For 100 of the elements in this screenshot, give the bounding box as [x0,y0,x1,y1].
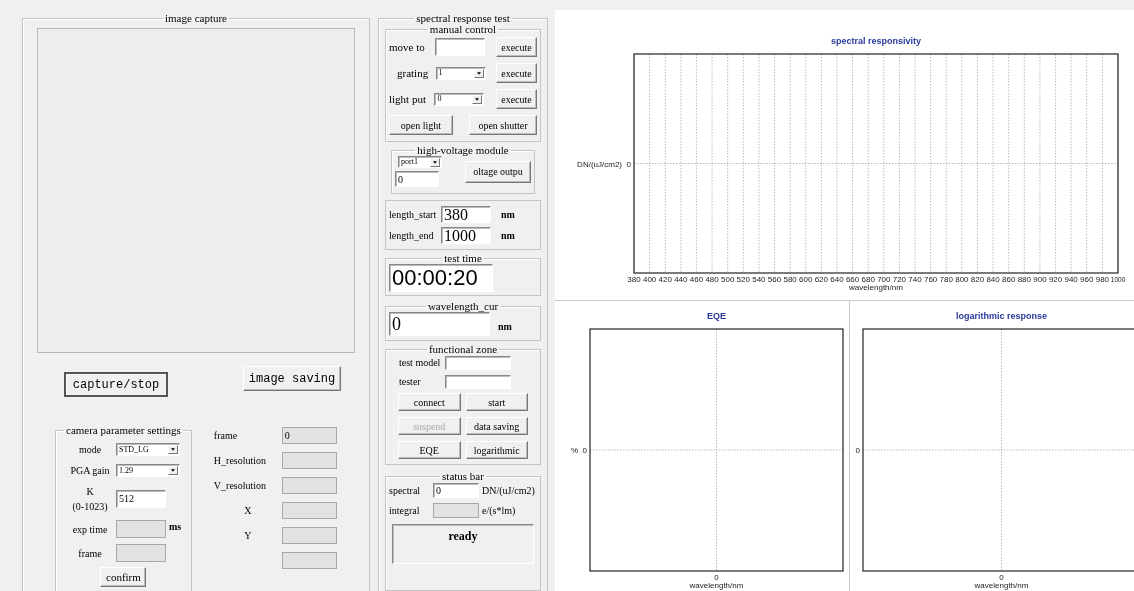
field-label: H_resolution [213,454,267,468]
action-button[interactable]: execute [496,89,537,109]
field-label: integral [389,504,421,518]
input-field[interactable] [445,374,511,389]
tick-label: 720 [892,275,907,284]
field-label: nm [498,320,512,334]
input-field[interactable]: 512 [116,490,166,508]
tick-label: 700 [877,275,891,284]
action-button[interactable]: capture/stop [64,372,168,397]
input-field[interactable]: 0 [281,427,337,444]
tick-label: 620 [814,275,829,284]
input-field[interactable] [116,520,166,538]
tick-label: 640 [830,275,844,284]
tick-label: 0 [582,446,587,455]
action-button[interactable]: image saving [243,366,341,391]
tick-label: 560 [767,275,782,284]
field-label: tester [398,375,422,389]
input-field[interactable] [281,452,337,469]
input-field[interactable] [281,527,337,544]
field-label: nm [501,229,515,243]
tick-label: 520 [736,275,750,284]
tick-label: 920 [1048,275,1063,284]
action-button[interactable]: open light [389,115,453,135]
tick-label: 960 [1080,275,1094,284]
action-button[interactable]: execute [496,63,537,83]
field-label: PGA gain [70,464,110,478]
action-button[interactable]: logarithmic [465,441,528,459]
group-title: manual control [429,24,498,35]
axis-label: % [570,446,578,455]
input-field[interactable] [445,355,511,370]
axis-label: wavelength/nm [849,283,903,292]
dropdown[interactable]: 1.29 [116,464,180,477]
action-button[interactable]: confirm [100,567,147,587]
tick-label: 900 [1033,275,1047,284]
field-label: move to [389,39,425,55]
chart-title: logarithmic response [956,311,1047,321]
caret-icon [430,157,440,167]
action-button[interactable]: data saving [465,417,528,435]
action-button[interactable]: start [465,393,528,411]
tick-label: 940 [1064,275,1078,284]
input-field[interactable]: 0 [395,171,439,187]
field-label: frame [213,429,238,443]
field-label: e/(s*lm) [482,504,516,518]
input-field[interactable] [435,38,486,56]
caret-icon [472,94,483,104]
input-field[interactable] [281,477,337,494]
action-button[interactable]: connect [398,393,461,411]
tick-label: 860 [1002,275,1016,284]
caret-icon [473,68,484,78]
action-button[interactable]: execute [496,37,537,57]
field-label: DN/(uJ/cm2) [482,484,535,498]
tick-label: 400 [642,275,657,284]
tick-label: 0 [626,159,631,169]
group-title: functional zone [427,344,499,355]
field-label: V_resolution [213,479,267,493]
group-title: status bar [441,471,485,482]
input-field[interactable] [116,544,166,562]
input-field[interactable]: 00:00:20 [389,264,493,292]
tick-label: 480 [705,275,719,284]
input-field[interactable]: 0 [389,312,490,336]
axis-label: DN/(uJ/cm2) [577,159,622,169]
field-label: mode [78,443,102,457]
action-button[interactable]: EQE [398,441,461,459]
group-title: high-voltage module [416,145,510,156]
field-label: nm [501,208,515,222]
field-label: length_end [389,229,435,243]
caret-icon [168,466,178,475]
chart-title: spectral responsivity [831,36,921,46]
tick-label: 420 [658,275,672,284]
input-field[interactable] [281,502,337,519]
dropdown[interactable]: STD_LG [116,443,180,456]
action-button[interactable]: open shutter [469,115,537,135]
group-title: test time [443,253,483,264]
input-field[interactable] [433,503,479,518]
tick-label: 1000 [1110,275,1129,284]
status-text: ready [448,528,478,545]
field-label: length_start [389,208,438,222]
tick-label: 980 [1095,275,1110,284]
group-title: spectral response test [415,13,511,24]
group-title: image capture [164,13,228,24]
tick-label: 460 [689,275,704,284]
group-title: wavelength_cur [426,301,500,312]
field-label: ms [169,519,182,534]
input-field[interactable]: 380 [441,206,491,223]
field-label: frame [78,546,102,561]
input-field[interactable]: 1000 [441,227,491,244]
field-label: Y [244,529,252,543]
axis-label: wavelength/nm [974,581,1029,590]
input-field[interactable]: 0 [433,483,479,498]
tick-label: 800 [955,275,969,284]
action-button[interactable]: oltage outpu [465,160,531,183]
input-field[interactable] [281,552,337,569]
tick-label: 0 [855,446,860,455]
tick-label: 760 [923,275,938,284]
field-label: X [244,504,252,518]
dropdown[interactable]: 0 [434,92,485,106]
tick-label: 0 [999,573,1004,582]
dropdown[interactable]: 1 [435,66,486,80]
field-label: light put [389,91,426,107]
dropdown[interactable]: port1 [398,156,442,168]
